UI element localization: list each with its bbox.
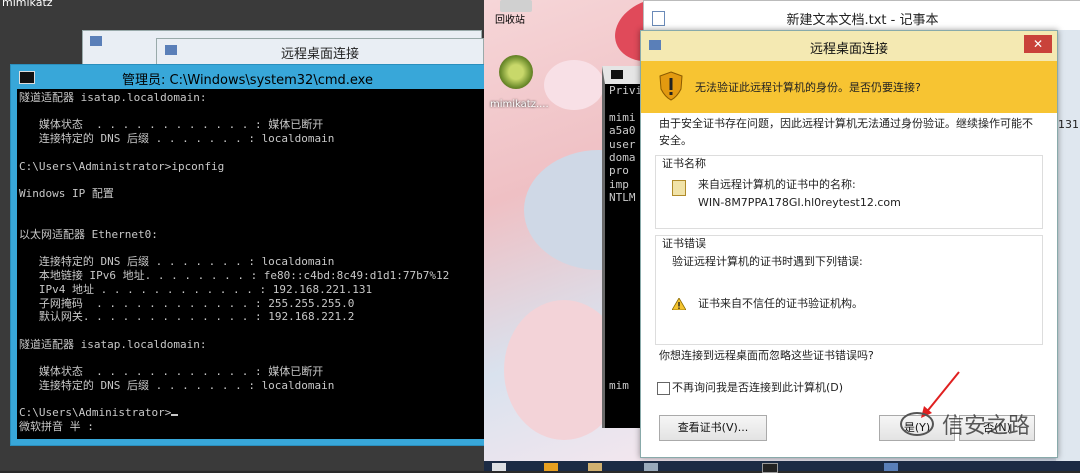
cmd-line: 连接特定的 DNS 后缀 . . . . . . . : localdomain [19,378,335,392]
window-edge [1056,30,1080,461]
background-cmd-line: doma [609,151,636,165]
cmd-line: 连接特定的 DNS 后缀 . . . . . . . : localdomain [19,255,335,269]
cmd-line: 微软拼音 半 : [19,419,94,433]
cmd-line: 隧道适配器 isatap.localdomain: [19,337,207,351]
rdp-window-title: 远程桌面连接 [280,47,359,62]
cert-name-group: 证书名称 来自远程计算机的证书中的名称: WIN-8M7PPA178GI.hl0… [655,155,1043,229]
rdp-window-behind[interactable]: 远程桌面连接 [156,38,484,66]
cmd-line: 子网掩码 . . . . . . . . . . . . : 255.255.2… [19,296,355,310]
background-cmd-line: pro [609,164,629,178]
cmd-line: 媒体状态 . . . . . . . . . . . . : 媒体已断开 [19,118,324,132]
rdp-taskbar-icon[interactable] [884,463,898,471]
cmd-line: 默认网关. . . . . . . . . . . . . : 192.168.… [19,310,355,324]
cmd-title: 管理员: C:\Windows\system32\cmd.exe [122,73,373,88]
notepad-title: 新建文本文档.txt - 记事本 [786,13,939,28]
cmd-line: 本地链接 IPv6 地址. . . . . . . . : fe80::c4bd… [19,269,450,283]
kiwi-icon[interactable] [499,55,533,89]
cmd-line: 以太网适配器 Ethernet0: [19,228,158,242]
explorer-icon[interactable] [588,463,602,471]
cert-error-group: 证书错误 验证远程计算机的证书时遇到下列错误: 证书来自不信任的证书验证机构。 [655,235,1043,345]
rdp-certificate-dialog[interactable]: 远程桌面连接 ✕ 无法验证此远程计算机的身份。是否仍要连接? 由于安全证书存在问… [640,30,1058,458]
intro-text: 由于安全证书存在问题，因此远程计算机无法通过身份验证。继续操作可能不安全。 [659,117,1033,147]
recycle-bin-label: 回收站 [495,15,525,26]
cert-name-value: WIN-8M7PPA178GI.hl0reytest12.com [698,196,901,209]
question-text: 你想连接到远程桌面而忽略这些证书错误吗? [659,349,874,362]
cmd-line: 媒体状态 . . . . . . . . . . . . : 媒体已断开 [19,365,324,379]
dont-ask-checkbox[interactable] [657,382,670,395]
cert-name-desc: 来自远程计算机的证书中的名称: [698,178,856,191]
ie-icon[interactable] [544,463,558,471]
mimikatz-label: mimikatz.... [490,99,549,110]
cert-error-label: 证书错误 [662,237,706,250]
warning-text: 无法验证此远程计算机的身份。是否仍要连接? [695,81,921,94]
cmd-line: Windows IP 配置 [19,186,114,200]
cmd-console[interactable]: 隧道适配器 isatap.localdomain: 媒体状态 . . . . .… [17,89,484,439]
cmd-taskbar-icon[interactable] [762,463,778,473]
shield-warning-icon [659,71,683,101]
cert-name-label: 证书名称 [662,157,706,170]
taskbar-app-icon[interactable] [644,463,658,471]
background-cmd-line: imp [609,177,629,191]
watermark-text: 信安之路 [942,414,1031,439]
background-cmd-line: a5a0 [609,124,636,138]
window-edge-text: 131 [1058,118,1079,131]
close-button[interactable]: ✕ [1024,35,1052,53]
cmd-line: 隧道适配器 isatap.localdomain: [19,91,207,104]
dont-ask-label: 不再询问我是否连接到此计算机(D) [672,381,844,394]
cmd-titlebar[interactable]: 管理员: C:\Windows\system32\cmd.exe [11,65,484,89]
wechat-icon [900,412,934,436]
cmd-line: C:\Users\Administrator>ipconfig [19,159,225,173]
background-cmd-line: mimi [609,110,636,124]
background-cmd-line: user [609,137,636,151]
warning-banner: 无法验证此远程计算机的身份。是否仍要连接? [641,61,1057,113]
certificate-icon [672,180,686,196]
taskbar [484,461,1080,473]
background-cmd-line: NTLM [609,191,636,205]
cmd-line: IPv4 地址 . . . . . . . . . . . . : 192.16… [19,282,373,296]
cmd-window[interactable]: 管理员: C:\Windows\system32\cmd.exe 隧道适配器 i… [10,64,485,446]
warning-icon [672,298,686,310]
cert-error-desc: 验证远程计算机的证书时遇到下列错误: [672,255,863,268]
background-cmd-line: Privi [609,84,643,97]
cert-error-item: 证书来自不信任的证书验证机构。 [698,297,863,310]
cmd-icon [611,70,623,79]
dialog-title: 远程桌面连接 [809,42,888,57]
cmd-line: C:\Users\Administrator> [19,406,172,420]
cmd-output: 隧道适配器 isatap.localdomain: 媒体状态 . . . . .… [17,89,484,434]
view-certificate-button[interactable]: 查看证书(V)... [659,415,767,441]
desktop-top-label: mimikatz [2,0,53,9]
background-cmd-line: mim [609,378,629,392]
rdp-icon [90,36,102,46]
wallpaper-shape [544,60,604,110]
cmd-line: 连接特定的 DNS 后缀 . . . . . . . : localdomain [19,132,335,146]
dialog-titlebar[interactable]: 远程桌面连接 ✕ [641,31,1057,61]
dialog-body: 由于安全证书存在问题，因此远程计算机无法通过身份验证。继续操作可能不安全。 证书… [641,113,1057,457]
start-icon[interactable] [492,463,506,471]
cmd-cursor [171,414,179,417]
